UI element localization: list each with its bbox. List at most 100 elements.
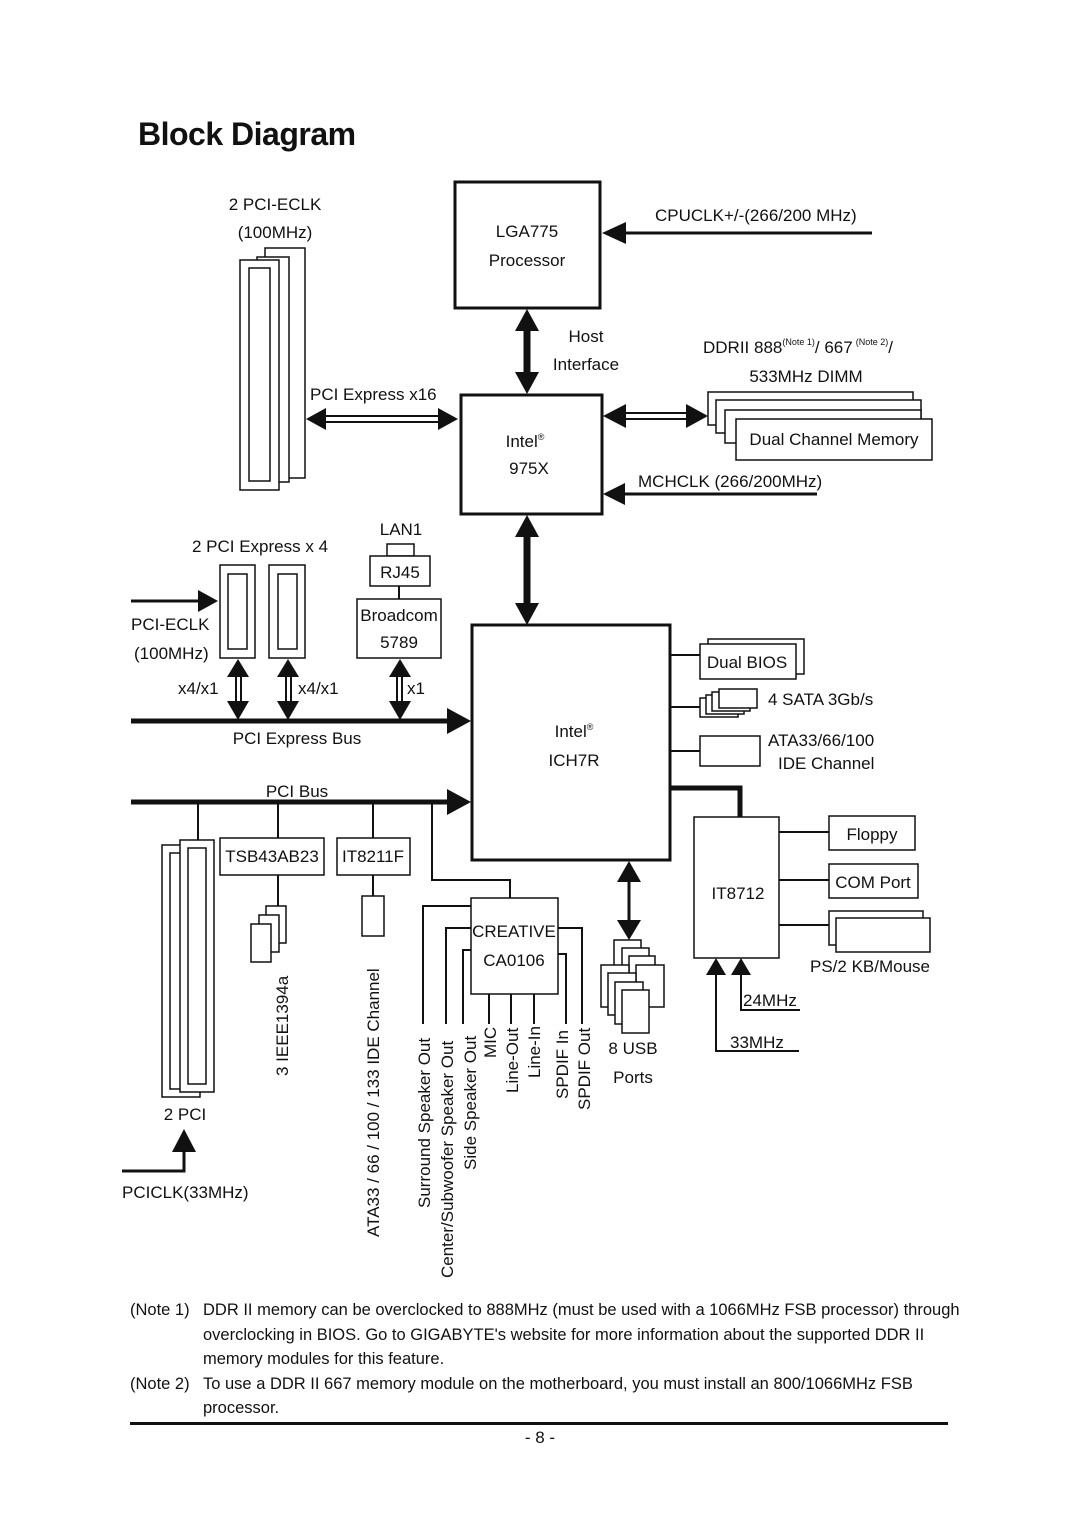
host-label-2: Interface (553, 355, 619, 374)
host-interface-arrow (515, 309, 539, 394)
sata-ports (699, 688, 758, 718)
floppy-block: Floppy (828, 815, 916, 851)
ide-raid-chip: IT8211F (336, 837, 411, 876)
dimm-stack: Dual Channel Memory (707, 391, 933, 461)
ddr-speed-mid: / 667 (815, 338, 853, 357)
audio-chip-vendor: CREATIVE (472, 922, 556, 941)
usb-label-2: Ports (613, 1068, 653, 1087)
link-x4x1-b-label: x4/x1 (298, 679, 339, 698)
audio-output-label: Line-In (525, 1026, 544, 1078)
pci-slots-label: 2 PCI (164, 1105, 207, 1124)
mchclk-label: MCHCLK (266/200MHz) (638, 472, 822, 491)
audio-output-label: Surround Speaker Out (415, 1038, 434, 1208)
footnotes: (Note 1) DDR II memory can be overclocke… (130, 1298, 960, 1421)
ddr-note1-ref: (Note 1) (782, 337, 815, 347)
pci-bus-label: PCI Bus (266, 782, 328, 801)
pci-bus-drops (197, 804, 374, 840)
com-port-block: COM Port (828, 863, 919, 899)
com-port-label: COM Port (835, 873, 911, 892)
ieee1394-chip-label: TSB43AB23 (225, 847, 319, 866)
clk24-label: 24MHz (743, 991, 797, 1010)
audio-output-label: Side Speaker Out (461, 1036, 480, 1170)
audio-output-labels: Surround Speaker Out Center/Subwoofer Sp… (415, 1026, 594, 1278)
superio-leads (779, 831, 829, 926)
lan-chip-model: 5789 (380, 633, 418, 652)
audio-output-label: MIC (481, 1027, 500, 1058)
cpuclk-label: CPUCLK+/-(266/200 MHz) (655, 206, 857, 225)
sata-label: 4 SATA 3Gb/s (768, 690, 873, 709)
audio-output-label: SPDIF Out (575, 1028, 594, 1110)
cpu-processor-label: Processor (489, 251, 566, 270)
pcie-eclk-left-label-2: (100MHz) (134, 644, 209, 663)
lan1-label: LAN1 (380, 520, 423, 539)
northbridge-vendor: Intel (506, 432, 538, 451)
pciclk-label: PCICLK(33MHz) (122, 1183, 249, 1202)
pcie-eclk-left-arrow (131, 590, 218, 612)
rj45-connector: RJ45 (369, 543, 431, 587)
northbridge-block: Intel® 975X (459, 393, 604, 516)
footnote-tag: (Note 2) (130, 1374, 190, 1393)
registered-mark: ® (587, 722, 594, 732)
superio-block: IT8712 (693, 816, 780, 959)
pcie-eclk-left-label-1: PCI-ECLK (131, 615, 210, 634)
dual-channel-memory-label: Dual Channel Memory (749, 430, 919, 449)
audio-chip-model: CA0106 (483, 951, 544, 970)
ieee1394-label: 3 IEEE1394a (273, 975, 292, 1076)
audio-output-label: SPDIF In (553, 1030, 572, 1099)
ata-label-2: IDE Channel (778, 754, 874, 773)
pcie-eclk-top-label-2: (100MHz) (238, 223, 313, 242)
ddr-dimm-label: 533MHz DIMM (749, 367, 862, 386)
southbridge-model: ICH7R (548, 751, 599, 770)
pcie-eclk-top-label-1: 2 PCI-ECLK (229, 195, 322, 214)
northbridge-model: 975X (509, 459, 549, 478)
pcie-x4-label: 2 PCI Express x 4 (192, 537, 328, 556)
footnote-text: DDR II memory can be overclocked to 888M… (203, 1301, 960, 1368)
lan-chip-vendor: Broadcom (360, 606, 437, 625)
page-title: Block Diagram (138, 116, 356, 152)
superio-label: IT8712 (712, 884, 765, 903)
ide-connector (361, 895, 385, 937)
audio-output-label: Center/Subwoofer Speaker Out (438, 1041, 457, 1278)
footnote-2: (Note 2) To use a DDR II 667 memory modu… (130, 1372, 960, 1421)
cpu-socket-label: LGA775 (496, 222, 558, 241)
southbridge-block: Intel® ICH7R (470, 623, 672, 862)
lan-chip: Broadcom 5789 (356, 598, 442, 659)
registered-mark: ® (538, 432, 545, 442)
host-label-1: Host (569, 327, 604, 346)
floppy-label: Floppy (846, 825, 898, 844)
ide-channel-connector (699, 735, 761, 767)
cpu-block: LGA775 Processor (453, 180, 602, 310)
ddr-note2-ref: (Note 2) (856, 337, 889, 347)
audio-output-label: Line-Out (503, 1028, 522, 1093)
footer-rule (130, 1422, 948, 1425)
ddr-speed-label: DDRII 888 (703, 338, 782, 357)
pcie-x16-arrow (306, 408, 458, 430)
sb-right-leads (670, 654, 700, 752)
dual-bios-label: Dual BIOS (707, 653, 787, 672)
audio-chip: CREATIVE CA0106 (470, 897, 559, 995)
footnote-1: (Note 1) DDR II memory can be overclocke… (130, 1298, 960, 1372)
pcie-x16-slots (239, 247, 306, 491)
usb-arrow (617, 861, 641, 940)
pcie-x4-slot-1 (219, 564, 256, 659)
ddr-speed-suffix: / (888, 338, 893, 357)
memory-bus-arrow (603, 404, 708, 428)
ata-label-1: ATA33/66/100 (768, 731, 874, 750)
block-diagram: Block Diagram LGA775 Processor CPUCLK+/-… (122, 116, 933, 1278)
nb-sb-arrow (515, 515, 539, 625)
link-x4x1-a-label: x4/x1 (178, 679, 219, 698)
pcie-x4-slot-2 (268, 564, 306, 659)
usb-ports (600, 939, 665, 1034)
ieee1394-chip: TSB43AB23 (219, 837, 325, 876)
footnote-tag: (Note 1) (130, 1301, 190, 1319)
footnote-text: To use a DDR II 667 memory module on the… (203, 1374, 913, 1418)
pcie-bus-label: PCI Express Bus (233, 729, 362, 748)
southbridge-vendor: Intel (555, 722, 587, 741)
svg-text:DDRII 888(Note 1)/ 667(Note 2): DDRII 888(Note 1)/ 667 (Note 2)/ (703, 337, 893, 357)
dual-bios-block: Dual BIOS (699, 638, 805, 680)
pcie-x16-label: PCI Express x16 (310, 385, 437, 404)
pciclk-arrow (122, 1129, 196, 1173)
ide-raid-chip-label: IT8211F (342, 847, 404, 866)
ps2-label: PS/2 KB/Mouse (810, 957, 930, 976)
ieee1394-ports (250, 905, 287, 963)
